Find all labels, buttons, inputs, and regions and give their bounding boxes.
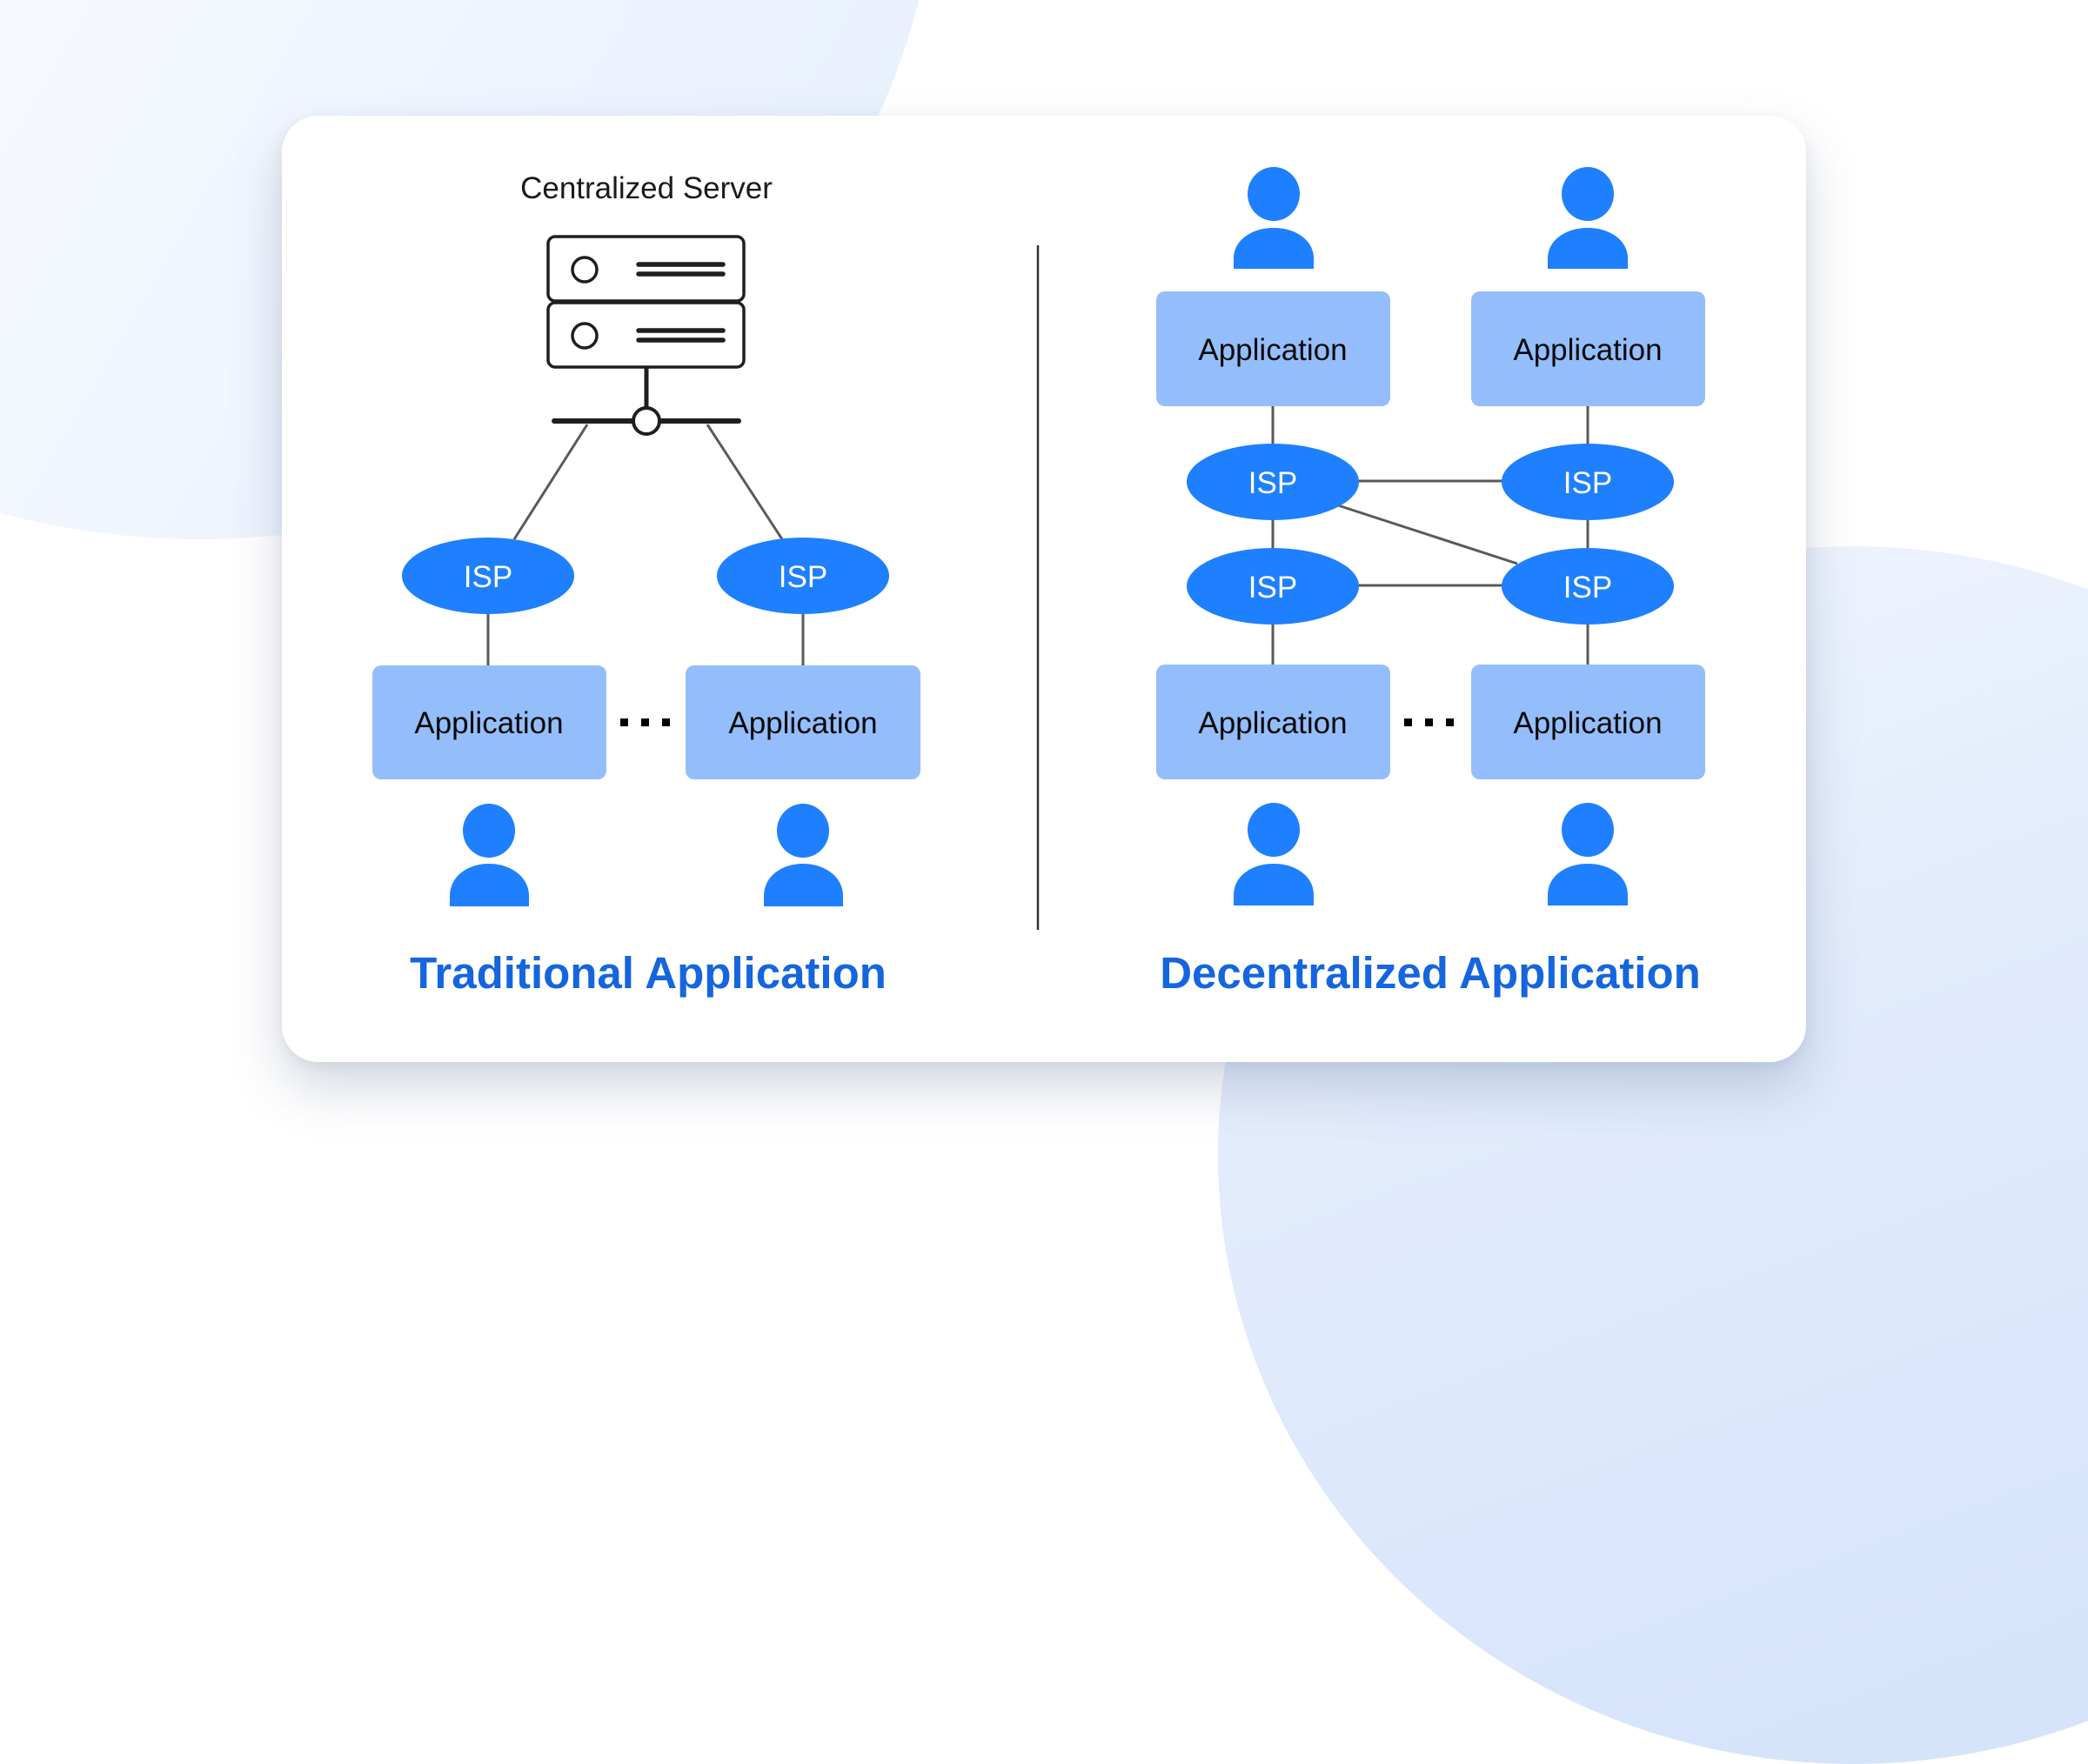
application-box: Application <box>372 665 606 779</box>
traditional-section: Centralized Server ISP ISP Application A… <box>372 171 920 998</box>
application-box: Application <box>1471 291 1705 406</box>
isp-node: ISP <box>1502 548 1674 625</box>
decentralized-title: Decentralized Application <box>1160 948 1701 998</box>
isp-node: ISP <box>717 538 889 614</box>
application-box: Application <box>1156 291 1390 406</box>
user-icon <box>450 804 529 906</box>
comparison-diagram: Centralized Server ISP ISP Application A… <box>372 167 1705 998</box>
application-box: Application <box>1471 665 1705 779</box>
application-box: Application <box>686 665 920 779</box>
application-label: Application <box>1513 333 1662 367</box>
network-node-icon <box>632 406 661 436</box>
ellipsis-dots <box>620 718 670 726</box>
server-led-icon <box>571 322 599 350</box>
isp-node: ISP <box>402 538 574 614</box>
user-icon <box>764 804 843 906</box>
application-label: Application <box>1513 706 1662 740</box>
isp-label: ISP <box>464 560 512 594</box>
user-icon <box>1234 167 1314 269</box>
server-icon <box>546 235 746 436</box>
user-icon <box>1234 803 1314 905</box>
isp-node: ISP <box>1187 548 1359 625</box>
isp-label: ISP <box>779 560 827 594</box>
centralized-server-label: Centralized Server <box>520 171 773 205</box>
application-label: Application <box>1198 333 1347 367</box>
application-label: Application <box>414 706 563 740</box>
decentralized-connectors <box>1271 406 1589 665</box>
server-unit-bottom <box>546 301 746 369</box>
application-box: Application <box>1156 665 1390 779</box>
ellipsis-dots <box>1404 718 1454 726</box>
isp-label: ISP <box>1563 571 1612 605</box>
isp-label: ISP <box>1248 466 1297 500</box>
isp-node: ISP <box>1187 444 1359 520</box>
server-led-icon <box>571 256 599 284</box>
user-icon <box>1548 803 1628 905</box>
application-label: Application <box>1198 706 1347 740</box>
user-icon <box>1548 167 1628 269</box>
isp-label: ISP <box>1248 571 1297 605</box>
application-label: Application <box>728 706 877 740</box>
server-unit-top <box>546 235 746 303</box>
decentralized-section: Application Application ISP ISP ISP ISP … <box>1156 167 1705 998</box>
traditional-title: Traditional Application <box>410 948 887 998</box>
isp-node: ISP <box>1502 444 1674 520</box>
isp-label: ISP <box>1563 466 1612 500</box>
